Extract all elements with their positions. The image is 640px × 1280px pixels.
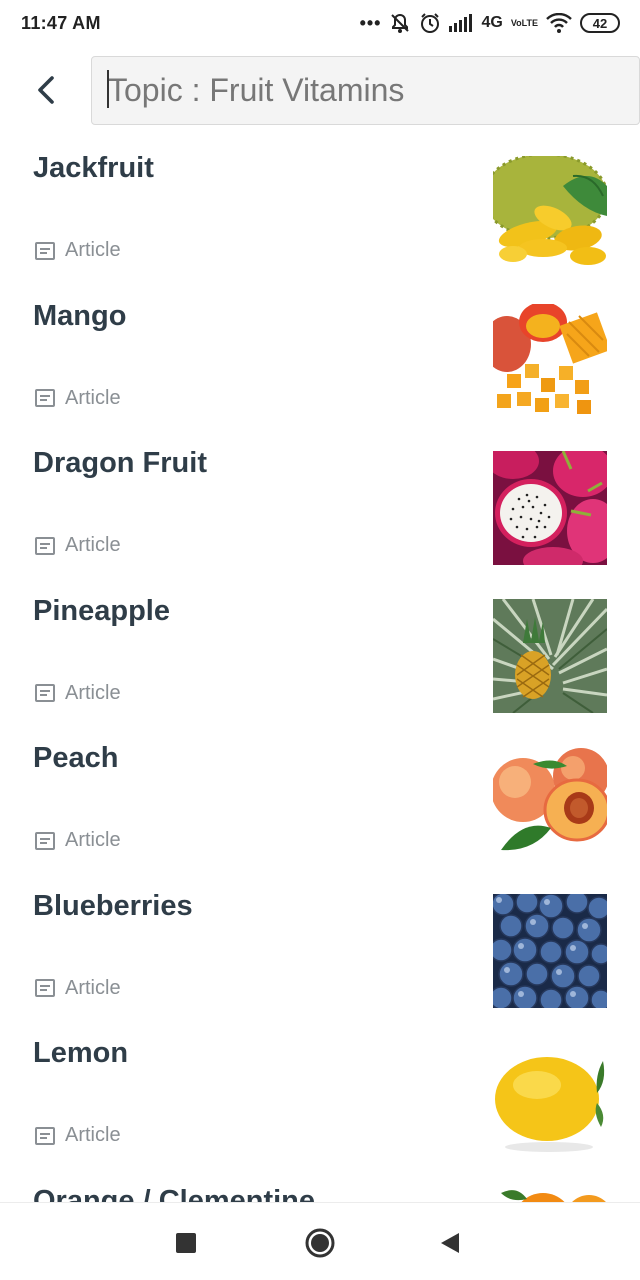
- jackfruit-thumbnail: [493, 156, 607, 270]
- list-item-mango[interactable]: Mango Article: [0, 288, 640, 436]
- blueberries-thumbnail: [493, 893, 607, 1008]
- volte-badge: Vo LTE: [510, 17, 538, 28]
- item-type: Article: [35, 682, 121, 705]
- item-title: Dragon Fruit: [33, 447, 207, 479]
- item-type-label: Article: [65, 829, 121, 851]
- list-item-pineapple[interactable]: Pineapple Article: [0, 583, 640, 731]
- dragon-fruit-thumbnail: [493, 451, 607, 565]
- item-title: Blueberries: [33, 889, 193, 922]
- item-title: Mango: [33, 299, 127, 332]
- article-icon: [35, 684, 55, 702]
- item-title: Peach: [33, 742, 119, 774]
- article-icon: [35, 1126, 55, 1145]
- item-type-label: Article: [65, 534, 121, 556]
- item-type-label: Article: [65, 239, 121, 261]
- battery-icon: 42: [580, 13, 620, 33]
- home-circle-icon: [305, 1228, 335, 1258]
- list-item-orange[interactable]: Orange / Clementine Article: [0, 1173, 640, 1203]
- item-type: Article: [35, 239, 121, 262]
- mango-thumbnail: [493, 303, 607, 418]
- item-type: Article: [35, 534, 121, 557]
- search-input[interactable]: [92, 57, 639, 124]
- list-item-lemon[interactable]: Lemon Article: [0, 1025, 640, 1173]
- item-type: Article: [35, 829, 121, 852]
- status-time: 11:47 AM: [21, 12, 101, 33]
- item-title: Jackfruit: [33, 152, 154, 184]
- list-item-blueberries[interactable]: Blueberries Article: [0, 878, 640, 1026]
- volte-bottom: LTE: [521, 17, 538, 28]
- item-type: Article: [35, 1124, 121, 1147]
- article-list[interactable]: Jackfruit Article Mango Article Dragon F…: [0, 140, 640, 1202]
- alarm-icon: [419, 12, 441, 34]
- list-item-peach[interactable]: Peach Article: [0, 730, 640, 878]
- chevron-left-icon: [38, 76, 54, 104]
- item-type-label: Article: [65, 1124, 121, 1146]
- article-icon: [35, 979, 55, 997]
- item-type-label: Article: [65, 681, 121, 704]
- list-item-jackfruit[interactable]: Jackfruit Article: [0, 140, 640, 288]
- recents-button[interactable]: [168, 1225, 204, 1261]
- signal-icon: [449, 14, 473, 32]
- lemon-thumbnail: [493, 1041, 607, 1155]
- article-icon: [35, 241, 55, 260]
- search-header: [0, 56, 640, 126]
- system-nav-bar: [0, 1202, 640, 1280]
- pineapple-thumbnail: [493, 598, 607, 713]
- home-button[interactable]: [302, 1225, 338, 1261]
- item-title: Pineapple: [33, 594, 170, 627]
- item-title: Orange / Clementine: [33, 1184, 316, 1203]
- article-icon: [35, 536, 55, 555]
- item-type: Article: [35, 387, 121, 410]
- item-type-label: Article: [65, 976, 121, 999]
- volte-top: Vo: [510, 17, 522, 28]
- item-type: Article: [35, 977, 121, 1000]
- network-type: 4G: [481, 14, 503, 31]
- search-box[interactable]: [91, 56, 640, 125]
- back-nav-button[interactable]: [432, 1225, 468, 1261]
- recents-square-icon: [176, 1233, 196, 1253]
- list-item-dragon-fruit[interactable]: Dragon Fruit Article: [0, 435, 640, 583]
- item-title: Lemon: [33, 1037, 129, 1069]
- status-icons: ••• 4G Vo LTE 42: [360, 12, 620, 34]
- text-caret: [107, 70, 109, 108]
- back-triangle-icon: [441, 1233, 459, 1253]
- status-bar: 11:47 AM ••• 4G Vo LTE 42: [0, 0, 640, 46]
- more-notifications-icon: •••: [359, 13, 382, 33]
- item-type-label: Article: [65, 386, 121, 409]
- mute-icon: [389, 12, 411, 34]
- wifi-icon: [546, 13, 572, 33]
- article-icon: [35, 389, 55, 407]
- orange-thumbnail: [493, 1188, 607, 1202]
- peach-thumbnail: [493, 746, 607, 860]
- article-icon: [35, 831, 55, 850]
- back-button[interactable]: [24, 68, 68, 112]
